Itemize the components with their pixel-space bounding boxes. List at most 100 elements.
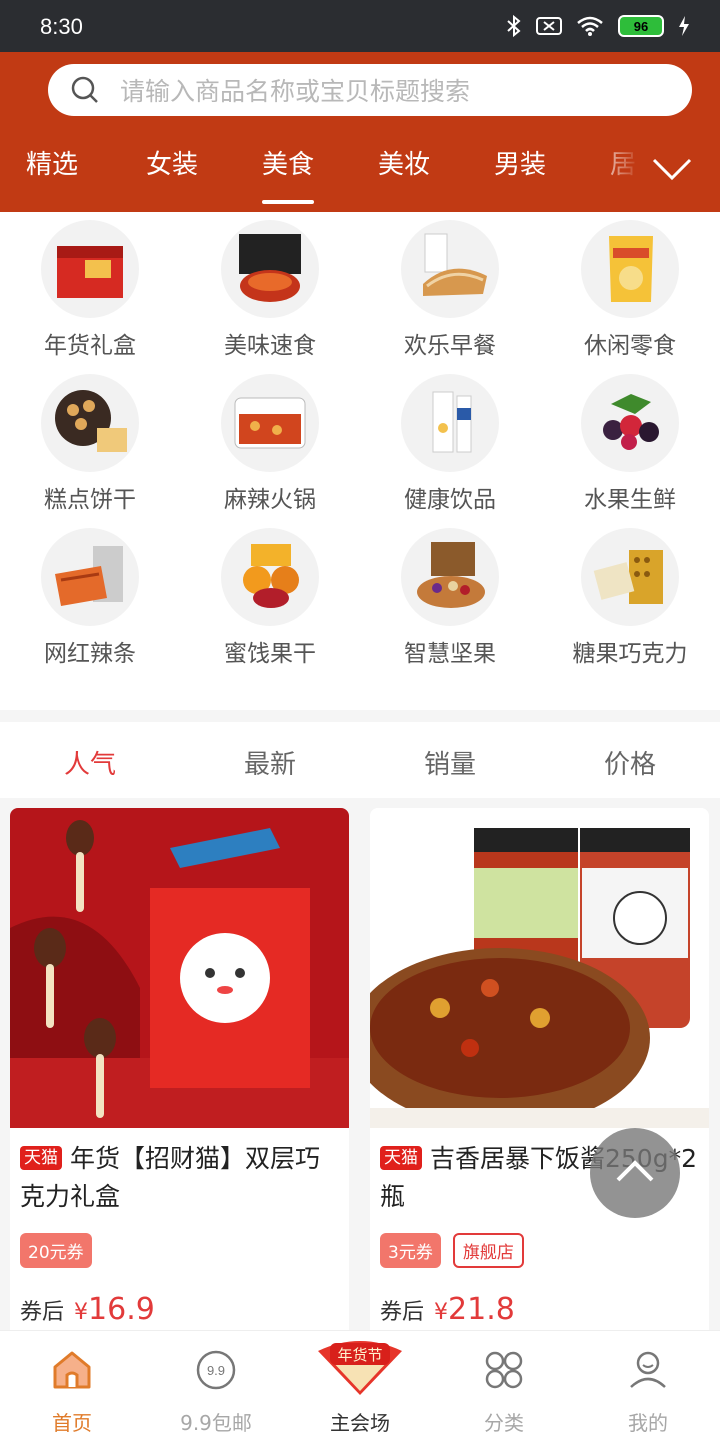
festival-icon: 年货节 <box>318 1341 402 1395</box>
category-label: 水果生鲜 <box>584 487 676 513</box>
sort-sales[interactable]: 销量 <box>360 744 540 781</box>
nav-main-venue[interactable]: 年货节 主会场 <box>288 1331 432 1440</box>
category-label: 智慧坚果 <box>404 641 496 667</box>
category-item[interactable]: 年货礼盒 <box>0 212 180 362</box>
category-image <box>401 220 499 318</box>
product-image <box>370 808 709 1128</box>
tab-nvzhuang[interactable]: 女装 <box>146 144 198 192</box>
category-label: 年货礼盒 <box>44 333 136 359</box>
category-label: 糕点饼干 <box>44 487 136 513</box>
app-screen: 8:30 96 请输入商品名称或宝贝标题搜索 精选 女装 美食 美妆 男装 居 <box>0 0 720 1440</box>
sort-popularity[interactable]: 人气 <box>0 744 180 781</box>
category-icon <box>485 1351 523 1389</box>
product-card[interactable]: 天猫 吉香居暴下饭酱250g*2瓶 3元券 旗舰店 券后 ¥21.8 <box>370 808 709 1338</box>
price-prefix: 券后 <box>380 1300 425 1325</box>
category-label: 休闲零食 <box>584 333 676 359</box>
category-image <box>581 374 679 472</box>
user-icon <box>630 1351 666 1388</box>
bottom-nav: 首页 9.9 9.9包邮 年货节 主会场 分类 我的 <box>0 1330 720 1440</box>
category-item[interactable]: 健康饮品 <box>360 366 540 516</box>
tab-meizhuang[interactable]: 美妆 <box>378 144 430 192</box>
nav-nine-nine[interactable]: 9.9 9.9包邮 <box>144 1331 288 1440</box>
nav-label: 分类 <box>484 1411 524 1435</box>
price-value: 16.9 <box>88 1292 155 1327</box>
nav-label: 我的 <box>628 1411 668 1435</box>
product-chips: 20元券 <box>20 1233 92 1268</box>
category-label: 欢乐早餐 <box>404 333 496 359</box>
category-item[interactable]: 糕点饼干 <box>0 366 180 516</box>
flagship-store-badge: 旗舰店 <box>452 1233 524 1268</box>
currency-symbol: ¥ <box>74 1300 89 1325</box>
category-item[interactable]: 水果生鲜 <box>540 366 720 516</box>
search-icon <box>71 76 98 103</box>
price-value: 21.8 <box>448 1292 515 1327</box>
category-item[interactable]: 休闲零食 <box>540 212 720 362</box>
currency-symbol: ¥ <box>434 1300 449 1325</box>
product-chips: 3元券 旗舰店 <box>380 1233 524 1268</box>
sort-bar: 人气 最新 销量 价格 <box>0 722 720 798</box>
tabs-fade <box>590 144 640 204</box>
category-item[interactable]: 麻辣火锅 <box>180 366 360 516</box>
nav-label: 主会场 <box>330 1411 390 1435</box>
bluetooth-icon <box>507 14 521 38</box>
category-item[interactable]: 蜜饯果干 <box>180 520 360 670</box>
back-to-top-button[interactable] <box>590 1128 680 1218</box>
category-image <box>581 528 679 626</box>
tab-nanzhuang[interactable]: 男装 <box>494 144 546 192</box>
category-image <box>401 374 499 472</box>
category-image <box>41 220 139 318</box>
category-label: 蜜饯果干 <box>224 641 316 667</box>
status-time: 8:30 <box>40 14 83 39</box>
product-image <box>10 808 349 1128</box>
category-image <box>41 528 139 626</box>
category-label: 健康饮品 <box>404 487 496 513</box>
battery-indicator: 96 <box>618 15 664 37</box>
nav-label: 首页 <box>52 1411 92 1435</box>
category-label: 麻辣火锅 <box>224 487 316 513</box>
price-prefix: 券后 <box>20 1300 65 1325</box>
category-item[interactable]: 智慧坚果 <box>360 520 540 670</box>
category-item[interactable]: 美味速食 <box>180 212 360 362</box>
category-image <box>221 528 319 626</box>
tmall-badge: 天猫 <box>380 1146 422 1170</box>
charging-icon <box>679 16 689 36</box>
category-item[interactable]: 糖果巧克力 <box>540 520 720 670</box>
category-tabs: 精选 女装 美食 美妆 男装 居 <box>0 144 640 212</box>
product-card[interactable]: 天猫 年货【招财猫】双层巧克力礼盒 20元券 券后 ¥16.9 <box>10 808 349 1338</box>
nav-label: 9.9包邮 <box>180 1411 252 1435</box>
category-image <box>401 528 499 626</box>
svg-text:9.9: 9.9 <box>207 1363 225 1378</box>
search-input[interactable]: 请输入商品名称或宝贝标题搜索 <box>48 64 692 116</box>
category-label: 糖果巧克力 <box>572 641 688 667</box>
category-image <box>581 220 679 318</box>
chevron-up-icon <box>616 1160 654 1182</box>
sim-icon <box>536 17 562 35</box>
category-item[interactable]: 网红辣条 <box>0 520 180 670</box>
coupon-badge: 3元券 <box>380 1233 441 1268</box>
product-price: 券后 ¥16.9 <box>20 1292 155 1327</box>
search-placeholder: 请输入商品名称或宝贝标题搜索 <box>120 77 471 106</box>
status-bar: 8:30 96 <box>0 0 720 52</box>
nav-category[interactable]: 分类 <box>432 1331 576 1440</box>
festival-badge-text: 年货节 <box>337 1346 382 1364</box>
product-title: 天猫 年货【招财猫】双层巧克力礼盒 <box>20 1140 340 1216</box>
chevron-down-icon[interactable] <box>650 150 694 190</box>
nav-home[interactable]: 首页 <box>0 1331 144 1440</box>
category-image <box>221 220 319 318</box>
sort-price[interactable]: 价格 <box>540 744 720 781</box>
coupon-badge: 20元券 <box>20 1233 92 1268</box>
sort-newest[interactable]: 最新 <box>180 744 360 781</box>
tab-meishi[interactable]: 美食 <box>262 144 315 204</box>
nav-profile[interactable]: 我的 <box>576 1331 720 1440</box>
header: 请输入商品名称或宝贝标题搜索 精选 女装 美食 美妆 男装 居 <box>0 52 720 212</box>
tmall-badge: 天猫 <box>20 1146 62 1170</box>
product-title-text: 年货【招财猫】双层巧克力礼盒 <box>20 1144 321 1211</box>
nine-nine-icon: 9.9 <box>196 1350 236 1390</box>
status-icons: 96 <box>506 14 690 38</box>
product-price: 券后 ¥21.8 <box>380 1292 515 1327</box>
tab-jingxuan[interactable]: 精选 <box>26 144 78 192</box>
category-grid: 年货礼盒 美味速食 欢乐早餐 休闲零食 糕点饼干 麻辣火锅 健康饮品 水果生鲜 … <box>0 212 720 710</box>
home-icon <box>53 1351 91 1389</box>
category-image <box>41 374 139 472</box>
category-item[interactable]: 欢乐早餐 <box>360 212 540 362</box>
